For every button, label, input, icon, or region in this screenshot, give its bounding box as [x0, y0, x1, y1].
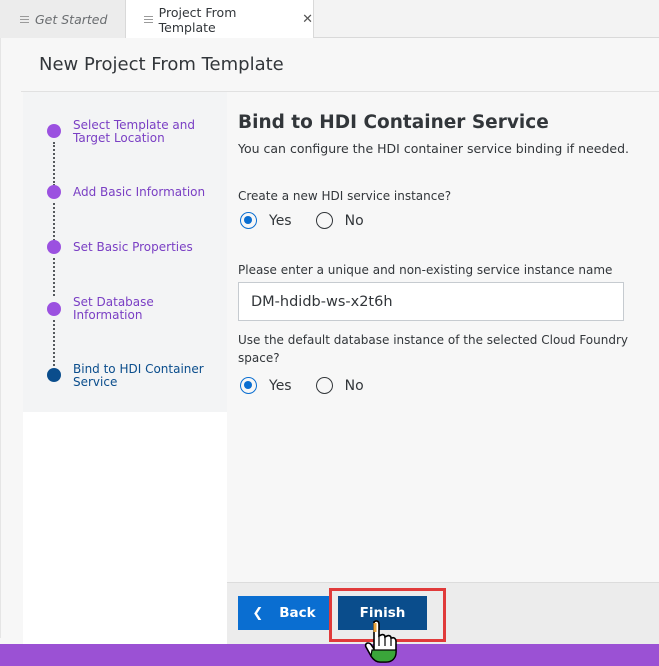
chevron-left-icon: ❮	[252, 605, 264, 621]
document-icon	[20, 15, 29, 24]
create-instance-yes-radio[interactable]	[240, 212, 257, 229]
default-database-yes-radio[interactable]	[240, 377, 257, 394]
tab-bar: Get Started Project From Template ✕	[0, 0, 659, 39]
step-indicator-done	[47, 124, 61, 138]
step-connector	[53, 203, 55, 241]
section-title: Bind to HDI Container Service	[238, 112, 549, 133]
step-label-select-template[interactable]: Select Template and Target Location	[73, 119, 213, 145]
step-indicator-done	[47, 240, 61, 254]
step-indicator-done	[47, 185, 61, 199]
default-database-label: Use the default database instance of the…	[238, 333, 629, 365]
radio-label-yes[interactable]: Yes	[269, 213, 292, 229]
wizard-header: New Project From Template	[21, 38, 659, 92]
document-icon	[144, 15, 153, 24]
service-name-input[interactable]	[238, 282, 624, 321]
step-indicator-done	[47, 302, 61, 316]
radio-label-yes[interactable]: Yes	[269, 378, 292, 394]
tab-label: Get Started	[35, 11, 108, 27]
bottom-bar	[0, 644, 659, 666]
step-label-basic-properties[interactable]: Set Basic Properties	[73, 241, 213, 254]
back-button-label: Back	[279, 605, 316, 621]
page-title: New Project From Template	[39, 54, 284, 75]
step-label-bind-hdi[interactable]: Bind to HDI Container Service	[73, 363, 213, 389]
steps-panel-empty	[23, 412, 227, 644]
step-label-basic-information[interactable]: Add Basic Information	[73, 186, 213, 199]
create-instance-no-radio[interactable]	[315, 212, 333, 229]
radio-label-no[interactable]: No	[345, 378, 364, 394]
create-instance-radio-group: Yes No	[240, 212, 388, 229]
create-instance-label: Create a new HDI service instance?	[238, 189, 452, 203]
tab-get-started[interactable]: Get Started	[0, 0, 126, 38]
step-indicator-current	[47, 368, 61, 382]
hand-pointer-icon	[364, 620, 397, 663]
section-subtitle: You can configure the HDI container serv…	[238, 141, 630, 156]
default-database-radio-group: Yes No	[240, 377, 388, 394]
close-icon[interactable]: ✕	[302, 12, 313, 27]
radio-label-no[interactable]: No	[345, 213, 364, 229]
back-button[interactable]: ❮ Back	[238, 596, 330, 630]
default-database-no-radio[interactable]	[315, 377, 333, 394]
step-connector	[53, 258, 55, 296]
step-connector	[53, 142, 55, 186]
step-label-database-information[interactable]: Set Database Information	[73, 296, 213, 322]
left-border	[0, 38, 1, 638]
tab-label: Project From Template	[158, 4, 237, 35]
service-name-label: Please enter a unique and non-existing s…	[238, 263, 613, 277]
tab-project-from-template[interactable]: Project From Template ✕	[126, 0, 314, 39]
step-connector	[53, 320, 55, 366]
